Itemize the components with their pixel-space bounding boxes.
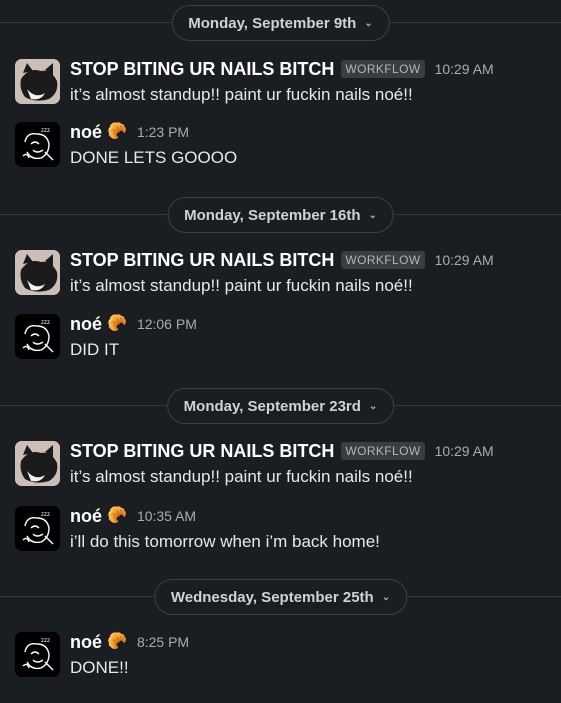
timestamp[interactable]: 12:06 PM xyxy=(137,316,197,332)
chevron-down-icon: ⌄ xyxy=(381,591,391,603)
author-name[interactable]: STOP BITING UR NAILS BITCH xyxy=(70,250,334,271)
svg-text:zzz: zzz xyxy=(41,320,50,326)
svg-text:zzz: zzz xyxy=(41,128,50,134)
date-divider: Wednesday, September 25th ⌄ xyxy=(0,579,561,615)
date-label: Monday, September 9th xyxy=(188,14,357,32)
date-label: Wednesday, September 25th xyxy=(170,588,374,606)
message-text: i’ll do this tomorrow when i’m back home… xyxy=(70,532,380,551)
date-divider: Monday, September 9th ⌄ xyxy=(0,5,561,41)
avatar[interactable]: zzz xyxy=(15,632,60,677)
author-name[interactable]: STOP BITING UR NAILS BITCH xyxy=(70,441,334,462)
date-jump-button[interactable]: Monday, September 23rd ⌄ xyxy=(166,388,395,424)
timestamp[interactable]: 10:29 AM xyxy=(435,61,494,77)
chevron-down-icon: ⌄ xyxy=(364,17,373,29)
date-label: Monday, September 23rd xyxy=(183,397,361,415)
timestamp[interactable]: 10:29 AM xyxy=(435,252,494,268)
croissant-icon[interactable]: 🥐 xyxy=(107,124,127,140)
timestamp[interactable]: 1:23 PM xyxy=(137,124,189,140)
date-jump-button[interactable]: Monday, September 16th ⌄ xyxy=(167,197,394,233)
date-divider: Monday, September 23rd ⌄ xyxy=(0,388,561,424)
workflow-badge: WORKFLOW xyxy=(341,60,425,78)
timestamp[interactable]: 8:25 PM xyxy=(137,634,189,650)
message-text: DID IT xyxy=(70,340,120,359)
avatar[interactable]: zzz xyxy=(15,122,60,167)
message-text: it’s almost standup!! paint ur fuckin na… xyxy=(70,276,413,295)
workflow-badge: WORKFLOW xyxy=(341,251,425,269)
croissant-icon[interactable]: 🥐 xyxy=(107,316,127,332)
date-divider: Monday, September 16th ⌄ xyxy=(0,197,561,233)
avatar[interactable] xyxy=(15,250,60,295)
date-jump-button[interactable]: Monday, September 9th ⌄ xyxy=(171,5,390,41)
date-jump-button[interactable]: Wednesday, September 25th ⌄ xyxy=(153,579,408,615)
avatar[interactable]: zzz xyxy=(15,314,60,359)
avatar[interactable] xyxy=(15,59,60,104)
message-text: it’s almost standup!! paint ur fuckin na… xyxy=(70,85,413,104)
chevron-down-icon: ⌄ xyxy=(368,209,377,221)
croissant-icon[interactable]: 🥐 xyxy=(107,508,127,524)
svg-text:zzz: zzz xyxy=(41,512,50,518)
author-name[interactable]: noé xyxy=(70,314,102,335)
workflow-badge: WORKFLOW xyxy=(341,442,425,460)
croissant-icon[interactable]: 🥐 xyxy=(107,634,127,650)
author-name[interactable]: noé xyxy=(70,632,102,653)
message-text: DONE!! xyxy=(70,658,129,677)
message-text: DONE LETS GOOOO xyxy=(70,148,238,167)
avatar[interactable]: zzz xyxy=(15,506,60,551)
author-name[interactable]: STOP BITING UR NAILS BITCH xyxy=(70,59,334,80)
author-name[interactable]: noé xyxy=(70,506,102,527)
author-name[interactable]: noé xyxy=(70,122,102,143)
timestamp[interactable]: 10:35 AM xyxy=(137,508,196,524)
date-label: Monday, September 16th xyxy=(184,206,361,224)
avatar[interactable] xyxy=(15,441,60,486)
message-text: it’s almost standup!! paint ur fuckin na… xyxy=(70,467,413,486)
timestamp[interactable]: 10:29 AM xyxy=(435,443,494,459)
svg-text:zzz: zzz xyxy=(41,638,50,644)
chevron-down-icon: ⌄ xyxy=(368,400,378,412)
